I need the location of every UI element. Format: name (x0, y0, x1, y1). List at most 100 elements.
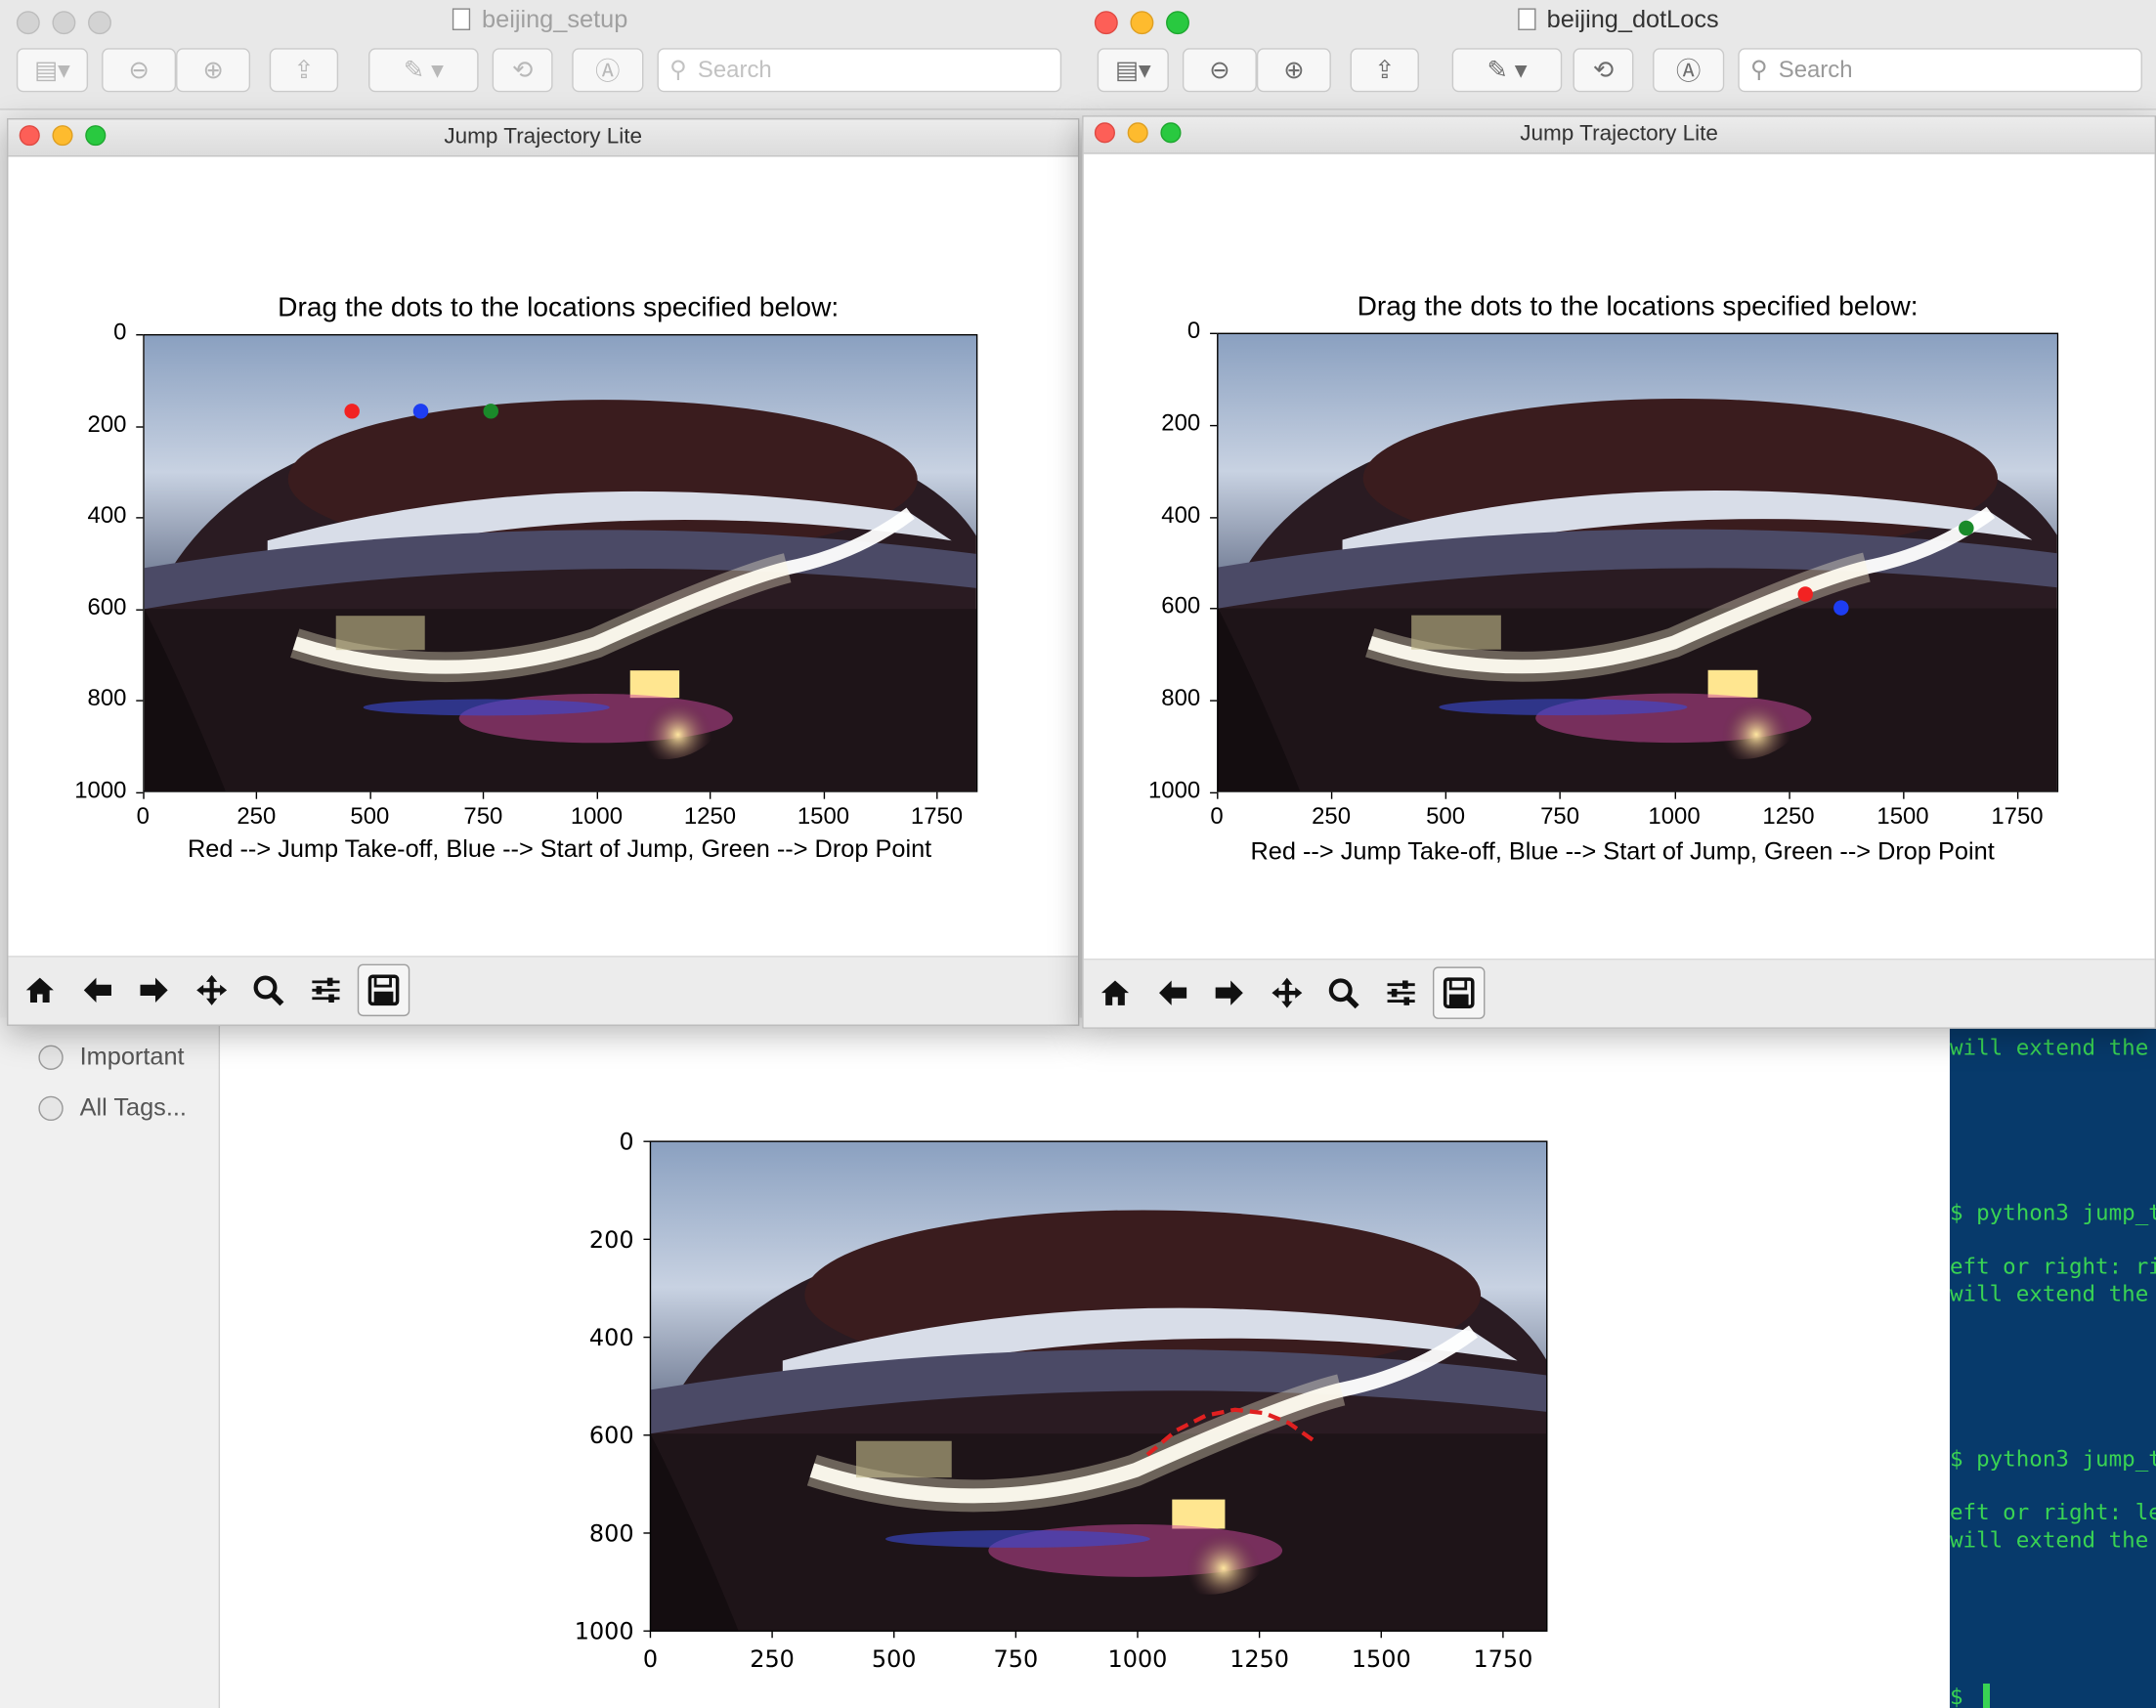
plot-window-dotlocs[interactable]: Jump Trajectory Lite Drag the dots to th… (1082, 115, 2156, 1029)
stadium-photo (650, 1141, 1547, 1632)
x-tick-mark (143, 791, 145, 799)
tag-circle-icon (38, 1095, 64, 1121)
tag-circle-icon (38, 1044, 64, 1070)
stadium-photo (1217, 332, 2059, 792)
search-placeholder: Search (1778, 56, 1853, 83)
window-title: beijing_setup (0, 6, 1081, 35)
y-tick-mark (136, 700, 144, 703)
zoom-in-button[interactable]: ⊕ (176, 48, 251, 93)
x-tick-mark (596, 791, 598, 799)
search-icon: ⚲ (669, 56, 687, 83)
home-icon (1100, 980, 1130, 1005)
window-titlebar[interactable]: Jump Trajectory Lite (1083, 116, 2155, 154)
zoom-button[interactable] (242, 964, 294, 1016)
x-tick-mark (1903, 791, 1905, 799)
forward-arrow-button[interactable] (1203, 966, 1255, 1018)
green-draggable-dot[interactable] (1959, 520, 1975, 536)
home-icon (25, 977, 54, 1003)
annotate-button[interactable]: Ⓐ (1653, 48, 1725, 93)
x-tick-label: 1750 (910, 802, 964, 830)
search-field[interactable]: ⚲ Search (1738, 48, 2142, 93)
y-tick-label: 0 (619, 1129, 633, 1156)
terminal-line: $ python3 jump_t (1949, 1199, 2156, 1226)
back-arrow-button[interactable] (1146, 966, 1198, 1018)
y-tick-label: 400 (87, 501, 127, 529)
share-button[interactable]: ⇪ (269, 48, 339, 93)
zoom-button[interactable] (1317, 966, 1369, 1018)
y-tick-label: 400 (589, 1324, 634, 1351)
terminal-line: will extend the (1949, 1280, 2149, 1307)
markup-button[interactable]: ✎ ▾ (1451, 48, 1563, 93)
tag-label: All Tags... (79, 1092, 187, 1122)
y-tick-label: 200 (589, 1226, 634, 1254)
sidebar-toggle-button[interactable]: ▤▾ (1097, 48, 1169, 93)
save-button[interactable] (357, 963, 410, 1017)
x-tick-label: 1500 (797, 802, 850, 830)
zoom-out-button[interactable]: ⊖ (1182, 48, 1257, 93)
home-button[interactable] (14, 964, 65, 1016)
plot-window-setup[interactable]: Jump Trajectory Lite Drag the dots to th… (7, 118, 1080, 1026)
blue-draggable-dot[interactable] (412, 403, 429, 419)
x-tick-mark (936, 791, 938, 799)
x-tick-label: 1750 (1473, 1645, 1532, 1673)
y-tick-mark (1210, 700, 1218, 703)
tag-all-tags[interactable]: All Tags... (38, 1093, 187, 1123)
zoom-icon (254, 975, 284, 1006)
red-draggable-dot[interactable] (344, 403, 360, 419)
x-tick-label: 1000 (1108, 1645, 1168, 1673)
pan-button[interactable] (1261, 966, 1313, 1018)
x-tick-label: 1000 (1648, 802, 1701, 830)
terminal-line: eft or right: le (1949, 1499, 2156, 1525)
back-arrow-button[interactable] (71, 964, 123, 1016)
plot-title: Drag the dots to the locations specified… (1357, 291, 1919, 322)
y-tick-mark (136, 517, 144, 519)
save-button[interactable] (1432, 966, 1485, 1019)
terminal-window[interactable]: will extend the $ python3 jump_t eft or … (1949, 1017, 2156, 1708)
x-axis-label: Red --> Jump Take-off, Blue --> Start of… (1250, 837, 1995, 866)
zoom-in-button[interactable]: ⊕ (1256, 48, 1331, 93)
rotate-button[interactable]: ⟲ (492, 48, 553, 93)
search-field[interactable]: ⚲ Search (657, 48, 1062, 93)
x-tick-mark (710, 791, 711, 799)
y-tick-mark (136, 334, 144, 336)
y-tick-label: 0 (113, 319, 127, 346)
x-tick-mark (1445, 791, 1447, 799)
window-titlebar[interactable]: Jump Trajectory Lite (8, 119, 1079, 157)
y-tick-mark (136, 425, 144, 428)
window-title: beijing_dotLocs (1081, 6, 2156, 35)
annotate-button[interactable]: Ⓐ (572, 48, 644, 93)
blue-draggable-dot[interactable] (1833, 600, 1849, 617)
red-draggable-dot[interactable] (1797, 586, 1814, 603)
x-tick-label: 1750 (1991, 802, 2044, 830)
x-tick-label: 750 (994, 1645, 1039, 1673)
preview-sidebar: Important All Tags... (0, 1017, 221, 1708)
share-button[interactable]: ⇪ (1350, 48, 1419, 93)
tag-important[interactable]: Important (38, 1043, 185, 1072)
forward-arrow-button[interactable] (128, 964, 180, 1016)
x-tick-label: 250 (750, 1645, 795, 1673)
trajectory-result-plot: 0 200 400 600 800 1000 0 250 500 750 1000 1250 1500 1… (575, 1129, 1548, 1673)
home-button[interactable] (1089, 966, 1141, 1018)
y-tick-mark (1210, 608, 1218, 611)
zoom-out-button[interactable]: ⊖ (102, 48, 177, 93)
forward-arrow-icon (1215, 980, 1244, 1005)
pan-button[interactable] (186, 964, 237, 1016)
save-icon (1443, 977, 1474, 1008)
terminal-line: will extend the (1949, 1526, 2149, 1553)
stadium-photo (143, 334, 978, 792)
document-icon (453, 8, 471, 30)
x-tick-label: 0 (136, 802, 150, 830)
markup-button[interactable]: ✎ ▾ (368, 48, 479, 93)
terminal-line: will extend the (1949, 1034, 2149, 1061)
green-draggable-dot[interactable] (483, 403, 499, 419)
configure-subplots-button[interactable] (1375, 966, 1427, 1018)
preview-window-dotlocs: beijing_dotLocs ▤▾ ⊖ ⊕ ⇪ ✎ ▾ ⟲ Ⓐ ⚲ Searc… (1080, 0, 2156, 110)
configure-subplots-button[interactable] (300, 964, 352, 1016)
terminal-line: $ ▐ (1949, 1683, 1990, 1708)
rotate-button[interactable]: ⟲ (1573, 48, 1634, 93)
x-tick-label: 500 (350, 802, 390, 830)
navigation-toolbar (8, 956, 1079, 1025)
y-tick-label: 800 (87, 685, 127, 712)
sidebar-toggle-button[interactable]: ▤▾ (16, 48, 89, 93)
x-tick-label: 0 (643, 1645, 658, 1673)
